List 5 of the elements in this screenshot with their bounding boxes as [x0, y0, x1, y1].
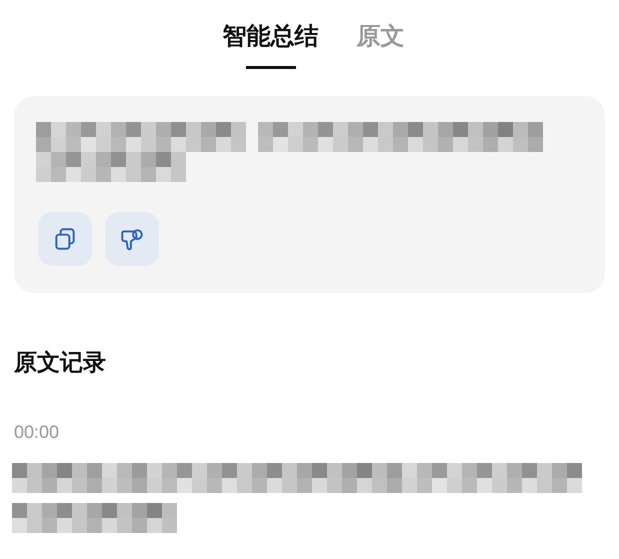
- section-title: 原文记录: [14, 349, 107, 378]
- tab[interactable]: 智能总结: [222, 20, 318, 72]
- timestamp: 00:00: [14, 422, 60, 443]
- dislike-button[interactable]: [105, 212, 159, 266]
- copy-button[interactable]: [38, 212, 92, 266]
